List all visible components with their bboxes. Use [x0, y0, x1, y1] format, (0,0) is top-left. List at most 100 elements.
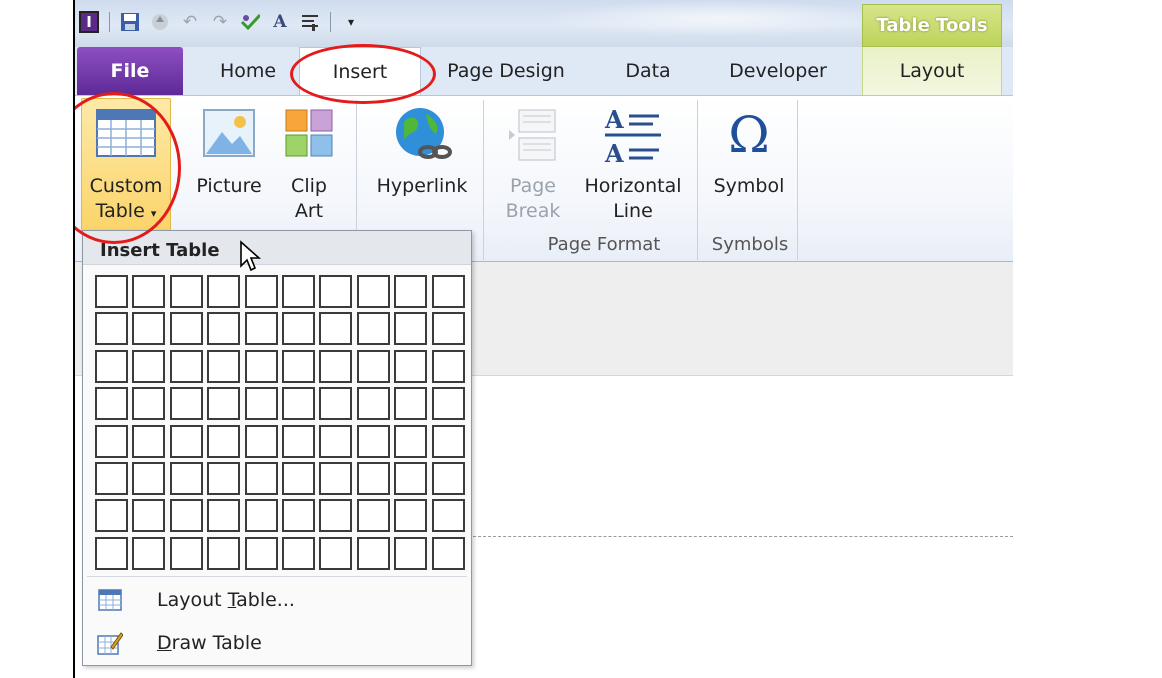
table-grid-cell[interactable] — [394, 499, 428, 533]
table-grid-cell[interactable] — [319, 387, 353, 421]
page-break-button[interactable]: Page Break — [493, 108, 573, 224]
table-grid-cell[interactable] — [431, 499, 465, 533]
horizontal-line-button[interactable]: A A Horizontal Line — [577, 106, 689, 224]
table-grid-cell[interactable] — [319, 499, 353, 533]
table-grid-cell[interactable] — [169, 312, 203, 346]
table-grid-cell[interactable] — [132, 461, 166, 495]
table-grid-cell[interactable] — [95, 461, 128, 495]
table-grid-cell[interactable] — [244, 499, 278, 533]
table-grid-cell[interactable] — [431, 387, 465, 421]
table-grid-cell[interactable] — [394, 424, 428, 458]
table-grid-cell[interactable] — [244, 387, 278, 421]
table-grid-cell[interactable] — [244, 536, 278, 570]
picture-button[interactable]: Picture — [191, 108, 267, 199]
table-grid-cell[interactable] — [132, 275, 166, 308]
table-grid-cell[interactable] — [132, 499, 166, 533]
tab-data[interactable]: Data — [610, 47, 686, 95]
save-icon[interactable] — [120, 12, 140, 32]
font-icon[interactable]: A — [270, 12, 290, 32]
table-grid-cell[interactable] — [394, 536, 428, 570]
app-icon[interactable]: I — [79, 11, 99, 33]
layout-table-item[interactable]: Layout Table... — [87, 581, 467, 619]
table-grid-cell[interactable] — [281, 349, 315, 383]
table-grid-cell[interactable] — [281, 275, 315, 308]
table-grid-cell[interactable] — [244, 275, 278, 308]
table-grid-cell[interactable] — [169, 424, 203, 458]
table-grid-cell[interactable] — [356, 387, 390, 421]
table-grid-cell[interactable] — [95, 312, 128, 346]
table-grid-cell[interactable] — [132, 349, 166, 383]
table-grid-cell[interactable] — [431, 275, 465, 308]
table-grid-cell[interactable] — [319, 424, 353, 458]
tab-developer[interactable]: Developer — [718, 47, 838, 95]
table-grid-cell[interactable] — [95, 424, 128, 458]
table-grid-cell[interactable] — [244, 424, 278, 458]
table-grid-cell[interactable] — [356, 499, 390, 533]
table-grid-cell[interactable] — [431, 312, 465, 346]
table-grid-cell[interactable] — [356, 536, 390, 570]
customize-icon[interactable]: ▾ — [341, 12, 361, 32]
redo-icon[interactable]: ↷ — [210, 12, 230, 32]
table-grid-cell[interactable] — [431, 424, 465, 458]
spelling-icon[interactable] — [240, 12, 260, 32]
table-grid-cell[interactable] — [319, 275, 353, 308]
table-grid-cell[interactable] — [431, 349, 465, 383]
table-grid-cell[interactable] — [281, 499, 315, 533]
table-grid-cell[interactable] — [281, 312, 315, 346]
table-grid-cell[interactable] — [169, 461, 203, 495]
tab-page-design[interactable]: Page Design — [436, 47, 576, 95]
table-grid-cell[interactable] — [169, 536, 203, 570]
table-grid-cell[interactable] — [319, 312, 353, 346]
table-grid-cell[interactable] — [207, 499, 241, 533]
table-grid-cell[interactable] — [169, 499, 203, 533]
table-grid-cell[interactable] — [132, 387, 166, 421]
table-grid-cell[interactable] — [356, 312, 390, 346]
table-grid-cell[interactable] — [431, 461, 465, 495]
table-grid-cell[interactable] — [394, 275, 428, 308]
tab-home[interactable]: Home — [203, 47, 293, 95]
table-grid-cell[interactable] — [95, 387, 128, 421]
table-grid-cell[interactable] — [244, 461, 278, 495]
table-grid-cell[interactable] — [394, 349, 428, 383]
table-grid-cell[interactable] — [281, 387, 315, 421]
table-grid-cell[interactable] — [132, 312, 166, 346]
table-grid-cell[interactable] — [244, 349, 278, 383]
table-grid-cell[interactable] — [207, 424, 241, 458]
table-grid-cell[interactable] — [207, 536, 241, 570]
table-grid-cell[interactable] — [394, 461, 428, 495]
table-grid-cell[interactable] — [169, 349, 203, 383]
table-grid-cell[interactable] — [356, 424, 390, 458]
table-grid-cell[interactable] — [244, 312, 278, 346]
table-grid-cell[interactable] — [356, 349, 390, 383]
sync-icon[interactable] — [150, 12, 170, 32]
table-grid-cell[interactable] — [394, 312, 428, 346]
clip-art-button[interactable]: Clip Art — [271, 108, 347, 224]
table-grid-cell[interactable] — [356, 461, 390, 495]
table-grid-cell[interactable] — [431, 536, 465, 570]
table-grid-cell[interactable] — [207, 461, 241, 495]
table-grid-cell[interactable] — [319, 349, 353, 383]
table-grid-cell[interactable] — [207, 349, 241, 383]
table-grid-cell[interactable] — [169, 387, 203, 421]
tab-file[interactable]: File — [77, 47, 183, 95]
table-grid-cell[interactable] — [281, 424, 315, 458]
format-icon[interactable] — [300, 12, 320, 32]
table-size-grid[interactable] — [95, 275, 465, 570]
undo-icon[interactable]: ↶ — [180, 12, 200, 32]
table-grid-cell[interactable] — [207, 387, 241, 421]
table-grid-cell[interactable] — [95, 275, 128, 308]
table-grid-cell[interactable] — [394, 387, 428, 421]
table-grid-cell[interactable] — [281, 536, 315, 570]
symbol-button[interactable]: Ω Symbol — [705, 106, 793, 199]
table-grid-cell[interactable] — [207, 312, 241, 346]
table-grid-cell[interactable] — [95, 536, 128, 570]
draw-table-item[interactable]: Draw Table — [87, 624, 467, 662]
hyperlink-button[interactable]: Hyperlink — [366, 104, 478, 199]
table-grid-cell[interactable] — [95, 349, 128, 383]
table-grid-cell[interactable] — [281, 461, 315, 495]
table-grid-cell[interactable] — [169, 275, 203, 308]
table-grid-cell[interactable] — [95, 499, 128, 533]
table-grid-cell[interactable] — [132, 536, 166, 570]
table-grid-cell[interactable] — [319, 536, 353, 570]
table-grid-cell[interactable] — [132, 424, 166, 458]
